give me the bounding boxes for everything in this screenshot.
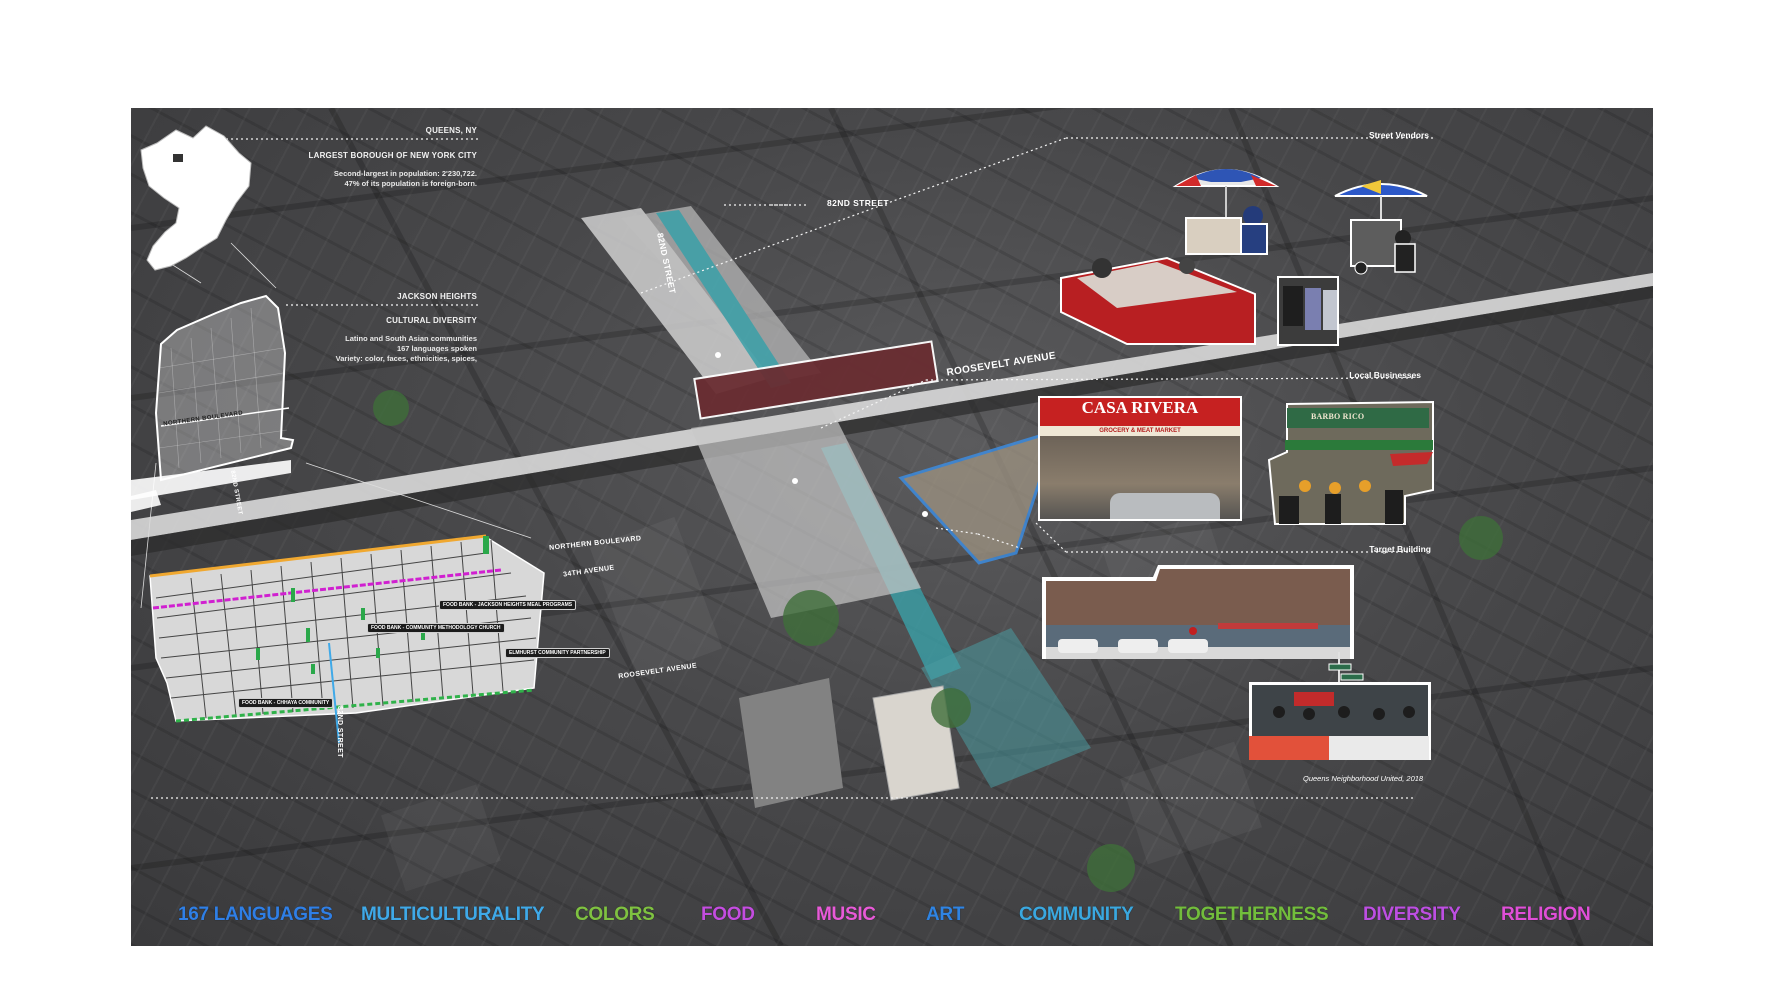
jackson-title: JACKSON HEIGHTS	[397, 292, 477, 301]
vendor-photo-table	[1057, 248, 1259, 348]
queens-body-line2: 47% of its population is foreign-born.	[344, 179, 478, 188]
queens-body: Second-largest in population: 2'230,722.…	[281, 169, 477, 189]
queens-title: QUEENS, NY	[425, 126, 477, 135]
jackson-body-line3: Variety: color, faces, ethnicities, spic…	[335, 354, 477, 363]
keyword-religion: RELIGION	[1501, 904, 1591, 925]
queens-subtitle: LARGEST BOROUGH OF NEW YORK CITY	[308, 151, 477, 160]
local-businesses-label: Local Businesses	[1349, 370, 1421, 380]
target-building-photo	[1038, 563, 1358, 661]
vendor-photo-clothing	[1277, 276, 1339, 346]
business-photo-casa-rivera: CASA RIVERA GROCERY & MEAT MARKET	[1038, 396, 1242, 521]
keyword-diversity: DIVERSITY	[1363, 904, 1461, 925]
keyword-colors: COLORS	[575, 904, 655, 925]
rally-photo-credit: Queens Neighborhood United, 2018	[1303, 774, 1424, 783]
keyword-art: ART	[926, 904, 965, 925]
food-bank-label-chhaya: FOOD BANK - CHHAYA COMMUNITY	[238, 698, 334, 708]
target-building-graphic	[1042, 565, 1354, 659]
casa-rivera-car	[1110, 493, 1220, 519]
vendor-photo-umbrella	[1171, 160, 1281, 258]
rally-photo	[1249, 652, 1431, 760]
barbo-sign-text: BARBO RICO	[1311, 412, 1365, 421]
keyword-community: COMMUNITY	[1019, 904, 1134, 925]
queens-outline	[140, 125, 252, 271]
jackson-subtitle: CULTURAL DIVERSITY	[386, 316, 477, 325]
casa-rivera-sign-text: CASA RIVERA	[1081, 398, 1199, 417]
jackson-heights-small-map	[154, 294, 295, 482]
jackson-body-line2: 167 languages spoken	[396, 344, 477, 353]
vendor-cart-graphic	[1334, 180, 1428, 275]
food-bank-label-elmhurst: ELMHURST COMMUNITY PARTNERSHIP	[505, 648, 610, 658]
keyword-food: FOOD	[701, 904, 755, 925]
keyword-music: MUSIC	[816, 904, 876, 925]
casa-rivera-subsign-text: GROCERY & MEAT MARKET	[1099, 428, 1181, 434]
jackson-body-line1: Latino and South Asian communities	[345, 334, 477, 343]
casa-rivera-sign: CASA RIVERA	[1040, 398, 1240, 426]
target-building-outline	[898, 428, 1059, 565]
jackson-body: Latino and South Asian communities 167 l…	[281, 334, 477, 364]
casa-rivera-subsign: GROCERY & MEAT MARKET	[1040, 426, 1240, 436]
aerial-board: QUEENS, NY LARGEST BOROUGH OF NEW YORK C…	[131, 108, 1653, 946]
street-vendors-label: Street Vendors	[1369, 130, 1429, 140]
street-82nd-top-label: 82ND STREET	[827, 198, 890, 208]
rally-graphic	[1249, 652, 1431, 760]
vendor-umbrella-graphic	[1172, 169, 1280, 255]
target-building-label: Target Building	[1369, 544, 1431, 554]
queens-body-line1: Second-largest in population: 2'230,722.	[333, 169, 477, 178]
food-bank-label-jackson: FOOD BANK - JACKSON HEIGHTS MEAL PROGRAM…	[439, 600, 577, 610]
food-bank-label-methodology: FOOD BANK - COMMUNITY METHODOLOGY CHURCH	[367, 623, 505, 633]
vendor-clothing-graphic	[1279, 278, 1337, 344]
vendor-photo-cart	[1331, 176, 1431, 276]
street-82nd-map-label: 82ND STREET	[336, 706, 343, 758]
keyword-167-languages: 167 LANGUAGES	[178, 904, 333, 925]
keyword-togetherness: TOGETHERNESS	[1175, 904, 1329, 925]
keyword-multiculturality: MULTICULTURALITY	[361, 904, 545, 925]
vendor-table-graphic	[1060, 256, 1256, 345]
